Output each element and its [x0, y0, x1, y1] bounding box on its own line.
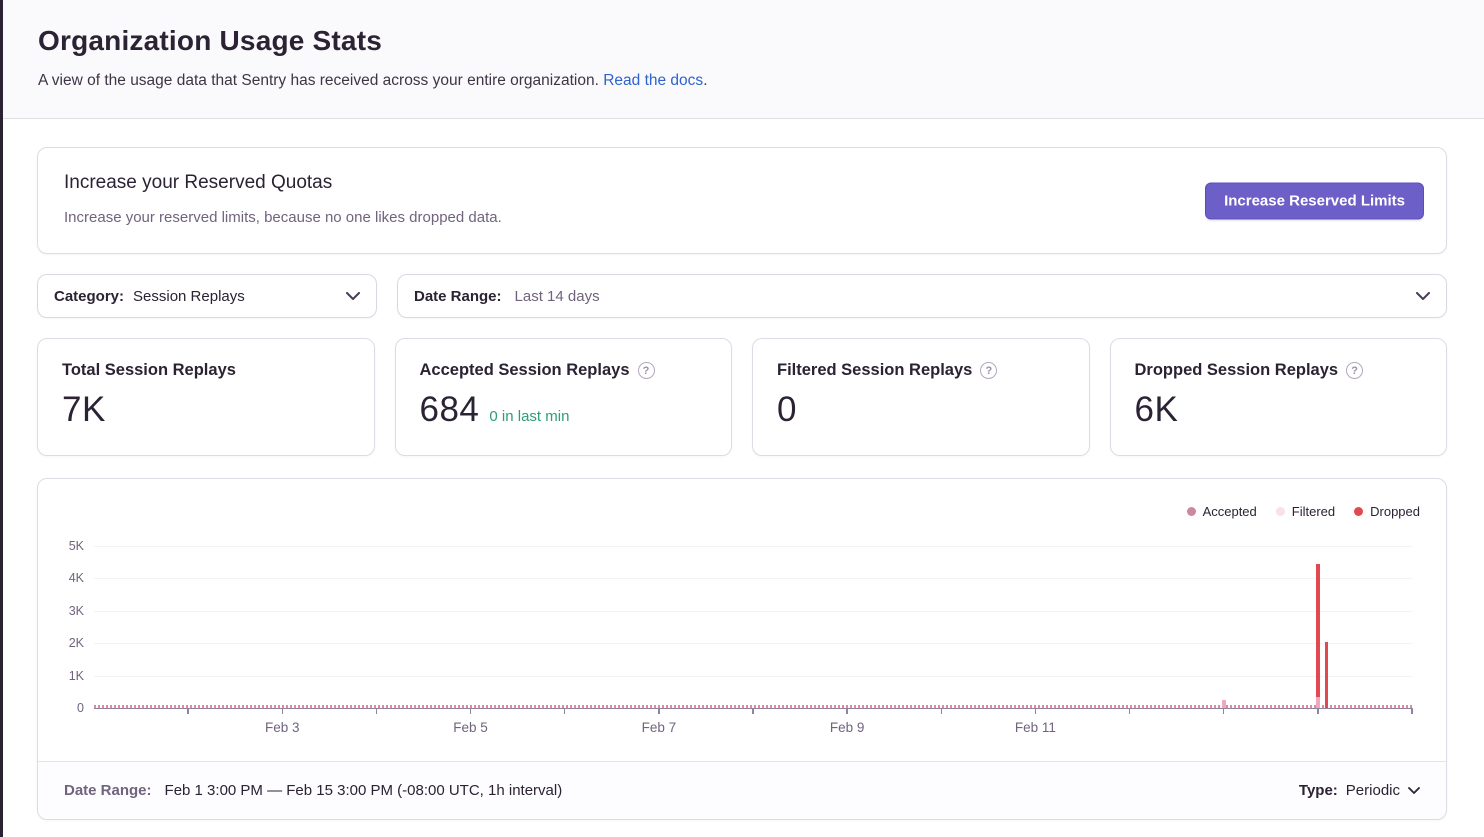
y-gridline: [94, 578, 1412, 579]
footer-type-value: Periodic: [1346, 782, 1400, 799]
x-axis-tick: [752, 708, 753, 714]
plot-area: 01K2K3K4K5KFeb 3Feb 5Feb 7Feb 9Feb 11: [94, 546, 1412, 708]
footer-type-label: Type:: [1299, 782, 1338, 799]
x-axis-tick-label: Feb 3: [265, 720, 300, 735]
date-range-filter-label: Date Range:: [414, 288, 502, 305]
x-axis-tick: [470, 708, 471, 714]
stat-card-title: Accepted Session Replays: [420, 361, 630, 380]
stat-card-accepted: Accepted Session Replays ? 684 0 in last…: [395, 338, 733, 456]
footer-date-range-label: Date Range:: [64, 782, 152, 799]
x-axis-tick: [1129, 708, 1130, 714]
stat-card-live-rate: 0 in last min: [489, 408, 569, 425]
x-axis-tick: [658, 708, 659, 714]
footer-date-range-value: Feb 1 3:00 PM — Feb 15 3:00 PM (-08:00 U…: [165, 782, 563, 799]
x-axis-tick: [1223, 708, 1224, 714]
left-edge-strip: [0, 0, 3, 837]
help-icon[interactable]: ?: [638, 362, 655, 379]
y-axis-tick-label: 0: [77, 701, 84, 715]
y-axis-tick-label: 3K: [69, 604, 84, 618]
x-axis-tick-label: Feb 11: [1015, 720, 1056, 735]
dropped-bar-segment[interactable]: [1325, 642, 1329, 708]
legend-item-accepted[interactable]: Accepted: [1187, 504, 1257, 519]
y-axis-tick-label: 1K: [69, 669, 84, 683]
y-axis-tick-label: 4K: [69, 571, 84, 585]
y-gridline: [94, 546, 1412, 547]
increase-reserved-limits-button[interactable]: Increase Reserved Limits: [1205, 182, 1424, 219]
legend-dot-icon: [1187, 507, 1196, 516]
chevron-down-icon: [346, 292, 360, 300]
dropped-bar-segment[interactable]: [1316, 564, 1320, 697]
chart-footer: Date Range: Feb 1 3:00 PM — Feb 15 3:00 …: [38, 761, 1446, 819]
page-subtitle-text: A view of the usage data that Sentry has…: [38, 72, 599, 89]
legend-label: Filtered: [1292, 504, 1335, 519]
chevron-down-icon: [1416, 292, 1430, 300]
legend-item-filtered[interactable]: Filtered: [1276, 504, 1335, 519]
y-gridline: [94, 643, 1412, 644]
stat-card-filtered: Filtered Session Replays ? 0: [752, 338, 1090, 456]
x-axis-tick: [1035, 708, 1036, 714]
x-axis-tick: [187, 708, 188, 714]
page-subtitle: A view of the usage data that Sentry has…: [38, 72, 1446, 90]
chart-type-selector[interactable]: Type: Periodic: [1299, 782, 1420, 799]
date-range-filter-value: Last 14 days: [515, 288, 600, 305]
stat-card-row: Total Session Replays 7K Accepted Sessio…: [37, 338, 1447, 456]
page-header: Organization Usage Stats A view of the u…: [0, 0, 1484, 119]
y-axis-tick-label: 5K: [69, 539, 84, 553]
main-content: Increase your Reserved Quotas Increase y…: [0, 119, 1484, 820]
x-axis-tick: [1317, 708, 1318, 714]
accepted-bar-segment[interactable]: [1316, 697, 1320, 708]
stat-card-value: 7K: [62, 390, 106, 430]
page-title: Organization Usage Stats: [38, 25, 1446, 57]
page-subtitle-period: .: [703, 72, 707, 89]
filter-row: Category: Session Replays Date Range: La…: [37, 274, 1447, 318]
chart-footer-date-range: Date Range: Feb 1 3:00 PM — Feb 15 3:00 …: [64, 782, 562, 799]
stat-card-value: 0: [777, 390, 797, 430]
quota-banner: Increase your Reserved Quotas Increase y…: [37, 147, 1447, 254]
chevron-down-icon: [1408, 787, 1420, 794]
stat-card-value: 684: [420, 390, 480, 430]
y-axis-tick-label: 2K: [69, 636, 84, 650]
category-filter-label: Category:: [54, 288, 124, 305]
x-axis-tick-label: Feb 9: [830, 720, 865, 735]
date-range-filter[interactable]: Date Range: Last 14 days: [397, 274, 1447, 318]
stat-card-value: 6K: [1135, 390, 1179, 430]
legend-label: Accepted: [1203, 504, 1257, 519]
x-axis-tick: [282, 708, 283, 714]
stat-card-dropped: Dropped Session Replays ? 6K: [1110, 338, 1448, 456]
chart-legend: Accepted Filtered Dropped: [1187, 504, 1420, 519]
x-axis-tick: [564, 708, 565, 714]
x-axis-tick: [941, 708, 942, 714]
help-icon[interactable]: ?: [1346, 362, 1363, 379]
stat-card-total: Total Session Replays 7K: [37, 338, 375, 456]
x-axis-tick: [1411, 708, 1412, 714]
legend-dot-icon: [1276, 507, 1285, 516]
x-axis-tick: [376, 708, 377, 714]
legend-dot-icon: [1354, 507, 1363, 516]
x-axis-tick-label: Feb 7: [642, 720, 677, 735]
y-gridline: [94, 611, 1412, 612]
legend-item-dropped[interactable]: Dropped: [1354, 504, 1420, 519]
y-gridline: [94, 676, 1412, 677]
help-icon[interactable]: ?: [980, 362, 997, 379]
legend-label: Dropped: [1370, 504, 1420, 519]
read-the-docs-link[interactable]: Read the docs: [603, 72, 703, 89]
x-axis-tick-label: Feb 5: [453, 720, 488, 735]
category-filter[interactable]: Category: Session Replays: [37, 274, 377, 318]
category-filter-value: Session Replays: [133, 288, 245, 305]
accepted-bar-segment[interactable]: [1222, 700, 1226, 708]
stat-card-title: Filtered Session Replays: [777, 361, 972, 380]
x-axis-tick: [846, 708, 847, 714]
usage-chart-card: AcceptedFilteredDropped 01K2K3K4K5KFeb 3…: [37, 478, 1447, 820]
stat-card-title: Dropped Session Replays: [1135, 361, 1339, 380]
stat-card-title: Total Session Replays: [62, 361, 236, 380]
